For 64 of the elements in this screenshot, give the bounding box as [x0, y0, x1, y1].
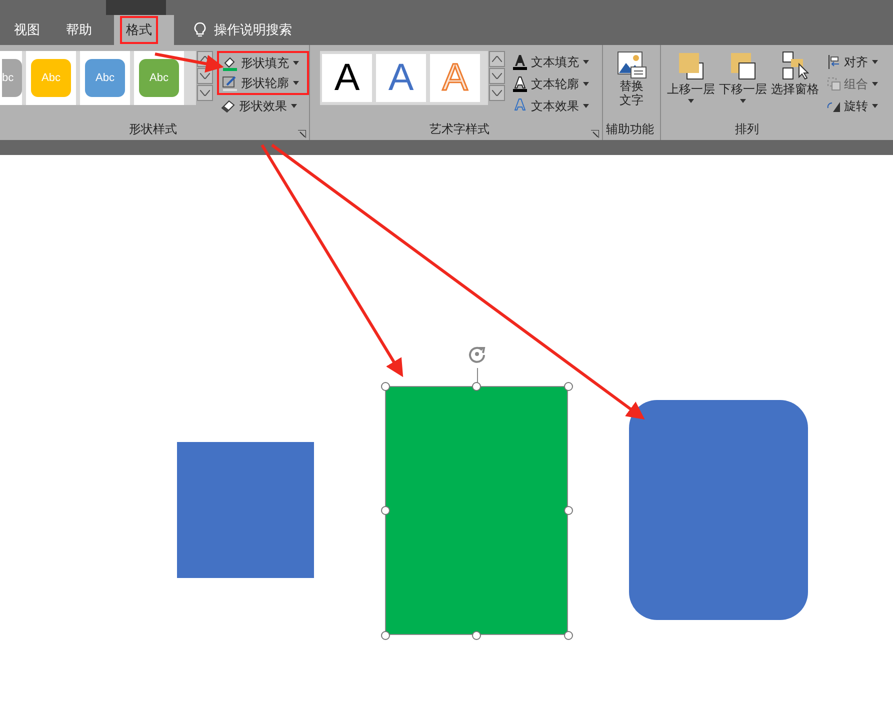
- caret-icon: [583, 82, 589, 86]
- arrange-small-button[interactable]: 旋转: [827, 95, 878, 117]
- pencil-icon: [222, 75, 238, 91]
- selection-pane-icon: [781, 51, 809, 81]
- resize-handle[interactable]: [564, 382, 572, 390]
- letter-a-icon: [512, 54, 528, 70]
- wordart-style[interactable]: A: [322, 54, 372, 102]
- caret-icon: [583, 60, 589, 64]
- ribbon-tab[interactable]: 视图: [2, 15, 54, 45]
- annotation-arrow: [154, 52, 224, 73]
- arrange-button[interactable]: 下移一层: [717, 51, 769, 103]
- chevron-up-icon: [200, 56, 210, 62]
- caret-icon: [293, 61, 299, 65]
- bring-forward-icon: [677, 51, 705, 81]
- wordart-style[interactable]: A: [376, 54, 426, 102]
- chevron-down-icon: [200, 90, 210, 96]
- arrange-button[interactable]: 上移一层: [665, 51, 717, 103]
- resize-handle[interactable]: [380, 506, 390, 515]
- dialog-launcher-icon[interactable]: [591, 130, 599, 138]
- dialog-launcher-icon[interactable]: [298, 130, 306, 138]
- caret-icon: [688, 99, 694, 103]
- contextual-tab-strip: [106, 0, 166, 15]
- text-format-button[interactable]: 文本效果: [509, 95, 601, 117]
- shape-format-button[interactable]: 形状效果: [217, 95, 309, 117]
- picture-icon: [616, 51, 646, 79]
- send-backward-icon: [729, 51, 757, 81]
- align-icon: [827, 55, 841, 69]
- shape-format-button[interactable]: 形状填充: [217, 51, 309, 73]
- gallery-scroll-button[interactable]: [197, 85, 213, 101]
- eraser-icon: [220, 98, 236, 114]
- gallery-scroll-button[interactable]: [489, 68, 505, 84]
- gallery-scroll-button[interactable]: [489, 85, 505, 101]
- chevron-up-icon: [492, 56, 502, 62]
- paint-bucket-icon: [222, 55, 238, 71]
- text-format-button[interactable]: 文本轮廓: [509, 73, 601, 95]
- ribbon-tab[interactable]: 格式: [114, 15, 174, 45]
- arrange-small-button[interactable]: 对齐: [827, 51, 878, 73]
- chevron-down-icon: [492, 90, 502, 96]
- gallery-scroll-button[interactable]: [489, 51, 505, 67]
- resize-handle[interactable]: [472, 382, 481, 390]
- chevron-down-icon: [200, 73, 210, 79]
- arrange-button[interactable]: 选择窗格: [769, 51, 821, 97]
- caret-icon: [293, 81, 299, 85]
- group-label: 辅助功能: [606, 121, 654, 138]
- caret-icon: [740, 99, 746, 103]
- caret-icon: [872, 82, 878, 86]
- ribbon-tab[interactable]: 帮助: [54, 15, 106, 45]
- resize-handle[interactable]: [380, 382, 390, 390]
- caret-icon: [872, 60, 878, 64]
- shape-format-button[interactable]: 形状轮廓: [217, 73, 309, 95]
- text-format-button[interactable]: 文本填充: [509, 51, 601, 73]
- group-label: 艺术字样式: [430, 121, 490, 138]
- group-label: 排列: [734, 121, 760, 138]
- group-icon: [827, 77, 841, 91]
- alt-text-button[interactable]: 替换 文字: [603, 51, 660, 107]
- caret-icon: [291, 104, 297, 108]
- caret-icon: [872, 104, 878, 108]
- search-tell-me[interactable]: 操作说明搜索: [214, 15, 292, 45]
- rotate-handle-icon[interactable]: [466, 344, 486, 364]
- resize-handle[interactable]: [380, 630, 390, 640]
- chevron-down-icon: [492, 73, 502, 79]
- letter-a-icon: [512, 76, 528, 92]
- group-label: 形状样式: [129, 121, 177, 138]
- caret-icon: [583, 104, 589, 108]
